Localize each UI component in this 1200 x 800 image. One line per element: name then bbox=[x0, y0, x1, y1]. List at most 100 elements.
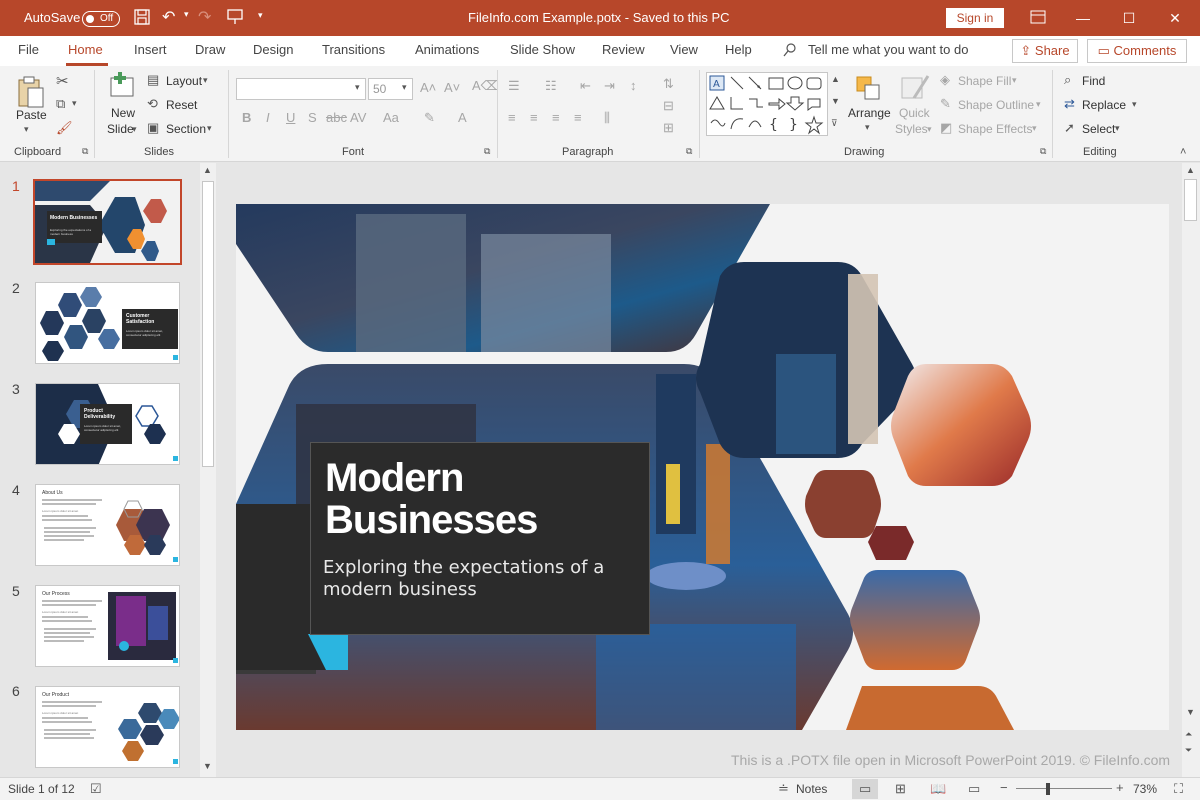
comments-button[interactable]: ▭ Comments bbox=[1087, 39, 1187, 63]
shape-effects-icon[interactable]: ◩ bbox=[940, 120, 952, 136]
quick-styles-icon[interactable] bbox=[900, 72, 930, 102]
increase-indent-icon[interactable]: ⇥ bbox=[604, 78, 615, 94]
shape-outline-button[interactable]: Shape Outline bbox=[958, 98, 1034, 112]
undo-icon[interactable]: ↶ bbox=[162, 7, 175, 27]
new-slide-label-1[interactable]: New bbox=[111, 106, 135, 120]
layout-button[interactable]: Layout bbox=[166, 74, 202, 88]
thumbnail-scrollbar[interactable]: ▲ ▼ bbox=[200, 163, 216, 777]
slide-thumbnail-3[interactable]: Product Deliverability Lorem ipsum dolor… bbox=[35, 383, 180, 465]
align-text-icon[interactable]: ⊟ bbox=[663, 98, 674, 114]
tell-me-search[interactable]: Tell me what you want to do bbox=[808, 42, 968, 57]
replace-button[interactable]: Replace bbox=[1082, 98, 1126, 112]
replace-dropdown-icon[interactable]: ▾ bbox=[1132, 99, 1137, 110]
fit-to-window-icon[interactable]: ⛶ bbox=[1174, 781, 1183, 797]
line-spacing-icon[interactable]: ↕ bbox=[630, 78, 637, 93]
tab-home[interactable]: Home bbox=[68, 42, 103, 57]
section-dropdown-icon[interactable]: ▾ bbox=[207, 123, 212, 134]
justify-icon[interactable]: ≡ bbox=[574, 110, 582, 125]
shape-outline-dropdown-icon[interactable]: ▾ bbox=[1036, 99, 1041, 110]
quick-styles-label-2[interactable]: Styles bbox=[895, 122, 928, 136]
undo-dropdown-icon[interactable]: ▾ bbox=[184, 9, 189, 20]
select-icon[interactable]: ➚ bbox=[1064, 120, 1075, 136]
find-icon[interactable]: ⌕ bbox=[1064, 72, 1071, 88]
slide-scroll-thumb[interactable] bbox=[1184, 179, 1197, 221]
save-icon[interactable] bbox=[133, 8, 151, 26]
shapes-scroll-up-icon[interactable]: ▲ bbox=[831, 74, 840, 84]
font-size-dropdown-icon[interactable]: ▾ bbox=[402, 82, 407, 93]
shapes-gallery[interactable]: A { } bbox=[706, 72, 828, 136]
paste-dropdown-icon[interactable]: ▾ bbox=[24, 124, 29, 135]
scroll-down-icon[interactable]: ▼ bbox=[1186, 707, 1195, 717]
change-case-icon[interactable]: Aa bbox=[383, 110, 399, 125]
clipboard-launcher-icon[interactable]: ⧉ bbox=[82, 146, 88, 157]
tab-transitions[interactable]: Transitions bbox=[322, 42, 385, 57]
thumbnail-scroll-thumb[interactable] bbox=[202, 181, 214, 467]
present-icon[interactable] bbox=[226, 8, 244, 26]
paragraph-launcher-icon[interactable]: ⧉ bbox=[686, 146, 692, 157]
clear-formatting-icon[interactable]: A⌫ bbox=[472, 78, 499, 94]
slide-thumbnail-4[interactable]: About Us Lorem ipsum dolor sit amet bbox=[35, 484, 180, 566]
font-color-icon[interactable]: A bbox=[458, 110, 467, 125]
align-center-icon[interactable]: ≡ bbox=[530, 110, 538, 125]
slide-thumbnail-5[interactable]: Our Process Lorem ipsum dolor sit amet bbox=[35, 585, 180, 667]
font-name-dropdown-icon[interactable]: ▾ bbox=[355, 82, 360, 93]
copy-icon[interactable]: ⧉ bbox=[56, 96, 65, 112]
slide-title[interactable]: Modern Businesses bbox=[325, 457, 538, 541]
smartart-icon[interactable]: ⊞ bbox=[663, 120, 674, 136]
font-launcher-icon[interactable]: ⧉ bbox=[484, 146, 490, 157]
zoom-slider-thumb[interactable] bbox=[1046, 783, 1050, 795]
ribbon-display-options-icon[interactable] bbox=[1030, 10, 1046, 24]
zoom-slider-track[interactable] bbox=[1016, 788, 1112, 789]
quick-styles-label-1[interactable]: Quick bbox=[899, 106, 930, 120]
quick-styles-dropdown-icon[interactable]: ▾ bbox=[927, 124, 932, 135]
decrease-font-icon[interactable]: A˅ bbox=[444, 80, 460, 95]
tab-insert[interactable]: Insert bbox=[134, 42, 167, 57]
tab-file[interactable]: File bbox=[18, 42, 39, 57]
notes-button[interactable]: Notes bbox=[796, 782, 827, 796]
maximize-button[interactable]: ☐ bbox=[1106, 0, 1152, 36]
section-icon[interactable]: ▣ bbox=[147, 120, 159, 136]
text-direction-icon[interactable]: ⇅ bbox=[663, 76, 674, 92]
reset-button[interactable]: Reset bbox=[166, 98, 197, 112]
new-slide-dropdown-icon[interactable]: ▾ bbox=[132, 124, 137, 135]
slide-show-icon[interactable]: ▭ bbox=[968, 781, 980, 797]
layout-dropdown-icon[interactable]: ▾ bbox=[203, 75, 208, 86]
slide-scrollbar[interactable]: ▲ ▼ ⏶ ⏷ bbox=[1182, 163, 1200, 777]
slide-1[interactable]: Modern Businesses Exploring the expectat… bbox=[236, 204, 1169, 730]
align-right-icon[interactable]: ≡ bbox=[552, 110, 560, 125]
underline-icon[interactable]: U bbox=[286, 110, 295, 125]
scroll-down-icon[interactable]: ▼ bbox=[203, 761, 212, 771]
tab-review[interactable]: Review bbox=[602, 42, 645, 57]
tab-animations[interactable]: Animations bbox=[415, 42, 479, 57]
autosave-toggle[interactable]: Off bbox=[82, 11, 120, 27]
section-button[interactable]: Section bbox=[166, 122, 206, 136]
close-button[interactable]: ✕ bbox=[1152, 0, 1198, 36]
new-slide-icon[interactable] bbox=[108, 72, 138, 102]
tab-view[interactable]: View bbox=[670, 42, 698, 57]
shape-fill-button[interactable]: Shape Fill bbox=[958, 74, 1011, 88]
paste-icon[interactable] bbox=[16, 74, 46, 110]
zoom-in-icon[interactable]: + bbox=[1116, 780, 1124, 795]
arrange-dropdown-icon[interactable]: ▾ bbox=[865, 122, 870, 133]
minimize-button[interactable]: — bbox=[1060, 0, 1106, 36]
scroll-up-icon[interactable]: ▲ bbox=[203, 165, 212, 175]
cut-icon[interactable]: ✂ bbox=[56, 72, 69, 90]
layout-icon[interactable]: ▤ bbox=[147, 72, 159, 88]
shapes-scroll-down-icon[interactable]: ▼ bbox=[831, 96, 840, 106]
character-spacing-icon[interactable]: AV bbox=[350, 110, 366, 125]
scroll-up-icon[interactable]: ▲ bbox=[1186, 165, 1195, 175]
strikethrough-icon[interactable]: abc bbox=[326, 110, 347, 125]
paste-label[interactable]: Paste bbox=[16, 108, 47, 122]
highlight-icon[interactable]: ✎ bbox=[424, 110, 435, 126]
select-button[interactable]: Select bbox=[1082, 122, 1115, 136]
tab-draw[interactable]: Draw bbox=[195, 42, 225, 57]
zoom-out-icon[interactable]: − bbox=[1000, 780, 1008, 795]
slide-thumbnail-2[interactable]: Customer Satisfaction Lorem ipsum dolor … bbox=[35, 282, 180, 364]
shape-effects-button[interactable]: Shape Effects bbox=[958, 122, 1033, 136]
tab-slide-show[interactable]: Slide Show bbox=[510, 42, 575, 57]
reading-view-icon[interactable]: 📖 bbox=[930, 781, 946, 797]
increase-font-icon[interactable]: A˄ bbox=[420, 80, 436, 95]
slide-thumbnail-6[interactable]: Our Product Lorem ipsum dolor sit amet bbox=[35, 686, 180, 768]
zoom-level[interactable]: 73% bbox=[1133, 782, 1157, 796]
slide-subtitle[interactable]: Exploring the expectations of a modern b… bbox=[323, 557, 604, 601]
